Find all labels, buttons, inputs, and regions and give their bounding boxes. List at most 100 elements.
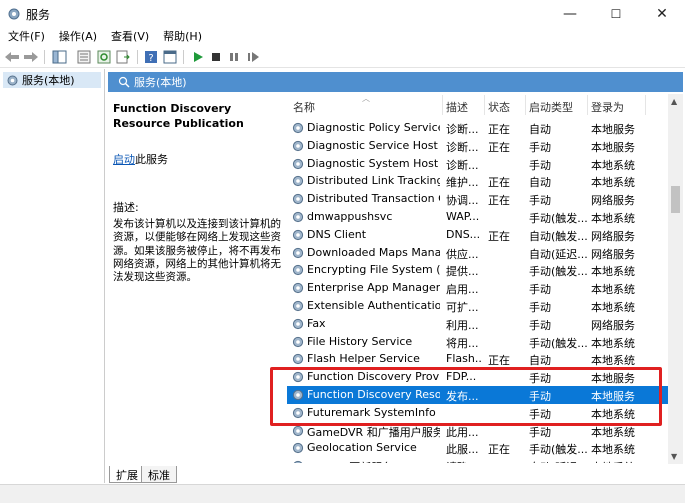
start-service-icon[interactable] [190, 49, 206, 65]
pause-service-icon[interactable] [226, 49, 242, 65]
service-name-cell: Function Discovery Resour... [307, 388, 440, 401]
service-gear-icon [292, 443, 304, 454]
maximize-button[interactable]: ☐ [593, 0, 639, 28]
restart-service-icon[interactable] [245, 49, 261, 65]
service-row[interactable]: DNS Client DNS... 正在 自动(触发... 网络服务 [287, 226, 670, 244]
service-logon-cell: 本地系统 [591, 459, 647, 463]
column-divider[interactable] [587, 95, 588, 115]
service-desc-cell: 发布... [446, 390, 479, 403]
column-header-name[interactable]: 名称 [293, 99, 315, 115]
service-row[interactable]: Geolocation Service 此服... 正在 手动(触发... 本地系统 [287, 439, 670, 457]
menu-view[interactable]: 查看(V) [105, 28, 155, 46]
service-desc-cell: 诊断... [446, 158, 479, 172]
service-row[interactable]: Fax 利用... 手动 网络服务 [287, 315, 670, 333]
column-header-row: ︿ 名称 描述 状态 启动类型 登录为 [287, 93, 670, 117]
service-row[interactable]: Diagnostic Service Host 诊断... 正在 手动 本地服务 [287, 137, 670, 155]
vertical-scrollbar[interactable]: ▲ ▼ [668, 94, 683, 464]
service-desc-cell: DNS... [446, 227, 481, 241]
service-row[interactable]: Extensible Authentication ... 可扩... 手动 本地系统 [287, 297, 670, 315]
help-icon[interactable]: ? [143, 49, 159, 65]
stop-service-icon[interactable] [208, 49, 224, 65]
column-divider[interactable] [525, 95, 526, 115]
service-row[interactable]: GameDVR 和广播用户服务... 此用... 手动 本地系统 [287, 422, 670, 440]
column-header-log-on-as[interactable]: 登录为 [591, 99, 624, 115]
search-icon [118, 76, 130, 88]
service-row[interactable]: Downloaded Maps Manager 供应... 自动(延迟... 网络服务 [287, 244, 670, 262]
column-header-startup-type[interactable]: 启动类型 [529, 99, 573, 115]
service-row[interactable]: Encrypting File System (EFS) 提供... 手动(触发..… [287, 261, 670, 279]
export-list-icon[interactable] [115, 49, 131, 65]
service-row[interactable]: Futuremark SystemInfo Ser... 手动 本地系统 [287, 404, 670, 422]
start-service-link[interactable]: 启动 [113, 153, 135, 166]
forward-arrow-icon[interactable] [23, 49, 39, 65]
service-gear-icon [292, 229, 304, 240]
service-start-cell: 手动 [529, 158, 551, 172]
show-hide-tree-icon[interactable] [51, 49, 67, 65]
scroll-up-arrow-icon[interactable]: ▲ [671, 97, 677, 106]
refresh-icon[interactable] [96, 49, 112, 65]
service-row[interactable]: dmwappushsvc WAP... 手动(触发... 本地系统 [287, 208, 670, 226]
service-desc-cell: FDP... [446, 370, 477, 384]
service-row[interactable]: Distributed Link Tracking C... 维护... 正在 自动 本… [287, 172, 670, 190]
service-row[interactable]: Enterprise App Manageme... 启用... 手动 本地系统 [287, 279, 670, 297]
service-start-cell: 自动 [529, 354, 551, 368]
service-start-cell: 手动(触发... [529, 443, 587, 457]
minimize-button[interactable]: — [547, 0, 593, 28]
service-status-cell: 正在 [488, 176, 510, 190]
start-service-suffix: 此服务 [135, 153, 168, 166]
service-name-cell: DNS Client [307, 227, 367, 241]
service-desc-cell: 此服... [446, 443, 479, 457]
service-row[interactable]: Function Discovery Provide... FDP... 手动 本地服… [287, 368, 670, 386]
service-row[interactable]: File History Service 将用... 手动(触发... 本地系统 [287, 333, 670, 351]
service-row[interactable]: Google 更新服务 (gupdate) 请确... 自动(延迟... 本地系统 [287, 457, 670, 463]
service-status-cell: 正在 [488, 229, 510, 243]
scroll-down-arrow-icon[interactable]: ▼ [671, 452, 677, 461]
column-divider[interactable] [484, 95, 485, 115]
service-desc-cell: 此用... [446, 425, 479, 439]
selected-service-title: Function Discovery Resource Publication [113, 102, 244, 130]
description-label: 描述: [113, 201, 139, 214]
properties-icon[interactable] [76, 49, 92, 65]
tree-item-services-local[interactable]: 服务(本地) [3, 72, 101, 88]
tab-standard[interactable]: 标准 [141, 466, 177, 483]
service-row[interactable]: Flash Helper Service Flash... 正在 自动 本地系统 [287, 350, 670, 368]
service-row[interactable]: Diagnostic System Host 诊断... 手动 本地系统 [287, 155, 670, 173]
service-gear-icon [292, 158, 304, 169]
service-name-cell: Fax [307, 316, 326, 330]
menu-help[interactable]: 帮助(H) [157, 28, 208, 46]
service-gear-icon [292, 283, 304, 294]
service-status-cell: 正在 [488, 140, 510, 154]
service-logon-cell: 本地系统 [591, 407, 635, 421]
scrollbar-thumb[interactable] [671, 186, 680, 213]
services-gear-icon [8, 8, 20, 20]
service-gear-icon [292, 407, 304, 418]
console-tree: 服务(本地) [0, 69, 105, 483]
tab-extended[interactable]: 扩展 [109, 466, 145, 483]
service-gear-icon [294, 461, 302, 463]
close-button[interactable]: ✕ [639, 0, 685, 28]
service-logon-cell: 本地服务 [591, 390, 635, 403]
console-icon[interactable] [162, 49, 178, 65]
toolbar-divider [183, 50, 184, 64]
column-divider[interactable] [645, 95, 646, 115]
column-divider[interactable] [442, 95, 443, 115]
services-gear-icon [7, 75, 18, 85]
service-gear-icon [292, 194, 304, 205]
column-header-status[interactable]: 状态 [488, 99, 510, 115]
service-start-cell: 手动 [529, 407, 551, 421]
service-row[interactable]: Distributed Transaction Co... 协调... 正在 手动 网络… [287, 190, 670, 208]
service-logon-cell: 网络服务 [591, 318, 635, 332]
back-arrow-icon[interactable] [4, 49, 20, 65]
service-name-cell: Distributed Link Tracking C... [307, 174, 440, 188]
menu-action[interactable]: 操作(A) [53, 28, 103, 46]
panel-header-title: 服务(本地) [134, 76, 187, 89]
service-desc-cell: 请确... [446, 459, 482, 463]
panel-header: 服务(本地) [108, 72, 683, 92]
service-logon-cell: 本地系统 [591, 212, 635, 225]
service-name-cell: GameDVR 和广播用户服务... [307, 425, 440, 439]
service-logon-cell: 网络服务 [591, 229, 635, 243]
service-row[interactable]: Function Discovery Resour... 发布... 手动 本地服务 [287, 386, 670, 404]
service-row[interactable]: Diagnostic Policy Service 诊断... 正在 自动 本地服务 [287, 119, 670, 137]
column-header-description[interactable]: 描述 [446, 99, 468, 115]
menu-file[interactable]: 文件(F) [2, 28, 51, 46]
